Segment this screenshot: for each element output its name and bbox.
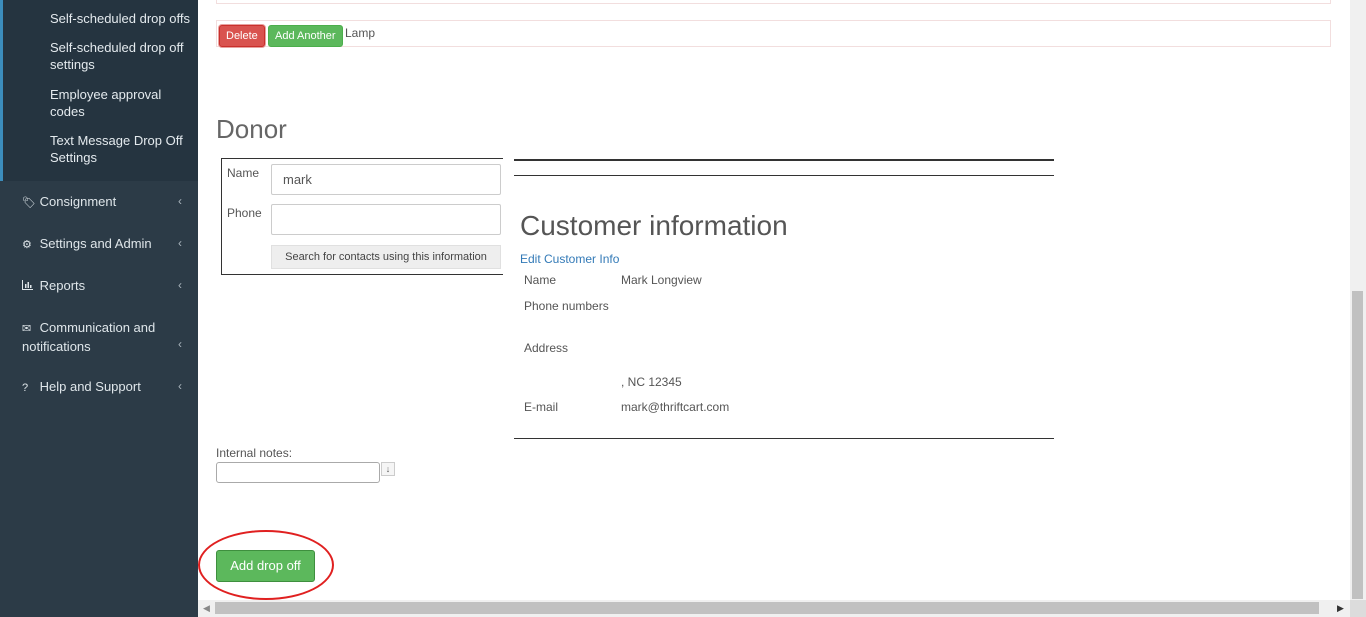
horizontal-scrollbar-thumb[interactable] bbox=[215, 602, 1319, 614]
customer-name-label: Name bbox=[524, 273, 557, 287]
chevron-left-icon: ‹ bbox=[178, 236, 182, 250]
sidebar-item-self-scheduled-drop-offs[interactable]: Self-scheduled drop offs bbox=[50, 10, 195, 27]
sidebar-item-label: Communication and notifications bbox=[22, 320, 156, 354]
internal-notes-label: Internal notes: bbox=[216, 446, 293, 460]
customer-info-heading: Customer information bbox=[520, 210, 788, 241]
customer-name-value: Mark Longview bbox=[621, 273, 702, 287]
sidebar-item-text-message-drop-off-settings[interactable]: Text Message Drop Off Settings bbox=[50, 132, 195, 166]
customer-phone-label: Phone numbers bbox=[524, 299, 609, 313]
bar-chart-icon bbox=[22, 279, 36, 296]
sidebar-item-self-scheduled-drop-off-settings[interactable]: Self-scheduled drop off settings bbox=[50, 39, 195, 73]
sidebar-item-communication-and-notifications[interactable]: ✉ Communication and notifications ‹ bbox=[22, 319, 188, 355]
add-another-button[interactable]: Add Another bbox=[268, 25, 343, 47]
chevron-left-icon: ‹ bbox=[178, 194, 182, 208]
edit-customer-info-link[interactable]: Edit Customer Info bbox=[520, 252, 619, 266]
donor-heading: Donor bbox=[216, 114, 287, 144]
donor-phone-label: Phone bbox=[227, 206, 262, 220]
internal-notes-input[interactable] bbox=[216, 462, 380, 483]
customer-email-label: E-mail bbox=[524, 400, 559, 414]
donor-phone-input[interactable] bbox=[271, 204, 501, 235]
sidebar-item-reports[interactable]: Reports ‹ bbox=[22, 277, 188, 296]
sidebar-item-label: Consignment bbox=[39, 194, 117, 209]
previous-item-row bbox=[216, 0, 1331, 4]
delete-item-button[interactable]: Delete bbox=[219, 25, 265, 47]
divider bbox=[514, 159, 1054, 161]
tags-icon: 🏷 bbox=[22, 197, 36, 209]
sidebar-item-settings-and-admin[interactable]: ⚙ Settings and Admin ‹ bbox=[22, 235, 188, 254]
donor-name-input[interactable]: mark bbox=[271, 164, 501, 195]
envelope-icon: ✉ bbox=[22, 323, 32, 335]
divider bbox=[514, 175, 1054, 176]
sidebar: Self-scheduled drop offs Self-scheduled … bbox=[0, 0, 198, 617]
question-circle-icon: ? bbox=[22, 382, 29, 394]
sidebar-item-employee-approval-codes[interactable]: Employee approval codes bbox=[50, 86, 195, 120]
customer-address-value: , NC 12345 bbox=[621, 375, 682, 389]
donor-form: Name mark Phone Search for contacts usin… bbox=[221, 158, 503, 275]
highlight-annotation bbox=[198, 530, 334, 600]
notes-expand-icon[interactable]: ↓ bbox=[381, 462, 395, 476]
customer-email-value: mark@thriftcart.com bbox=[621, 400, 730, 414]
gear-icon: ⚙ bbox=[22, 239, 32, 251]
sidebar-item-label: Settings and Admin bbox=[39, 236, 152, 251]
main-content: Delete Add Another Lamp Donor Name mark … bbox=[198, 0, 1350, 600]
sidebar-item-label: Reports bbox=[39, 278, 86, 293]
drop-off-submenu: Self-scheduled drop offs Self-scheduled … bbox=[0, 0, 198, 181]
item-row: Delete Add Another Lamp bbox=[216, 20, 1331, 47]
chevron-left-icon: ‹ bbox=[178, 379, 182, 393]
donor-name-label: Name bbox=[227, 166, 260, 180]
vertical-scrollbar-thumb[interactable] bbox=[1352, 291, 1363, 599]
divider bbox=[514, 438, 1054, 439]
scrollbar-corner bbox=[1350, 600, 1366, 617]
scroll-left-icon[interactable]: ◀ bbox=[203, 603, 210, 614]
sidebar-item-help-and-support[interactable]: ? Help and Support ‹ bbox=[22, 378, 188, 397]
chevron-left-icon: ‹ bbox=[178, 278, 182, 292]
sidebar-item-label: Help and Support bbox=[39, 379, 141, 394]
search-contacts-button[interactable]: Search for contacts using this informati… bbox=[271, 245, 501, 269]
customer-address-label: Address bbox=[524, 341, 569, 355]
sidebar-item-consignment[interactable]: 🏷 Consignment ‹ bbox=[22, 193, 188, 212]
scroll-right-icon[interactable]: ▶ bbox=[1337, 603, 1344, 614]
item-name: Lamp bbox=[345, 26, 376, 40]
chevron-left-icon: ‹ bbox=[178, 337, 182, 351]
